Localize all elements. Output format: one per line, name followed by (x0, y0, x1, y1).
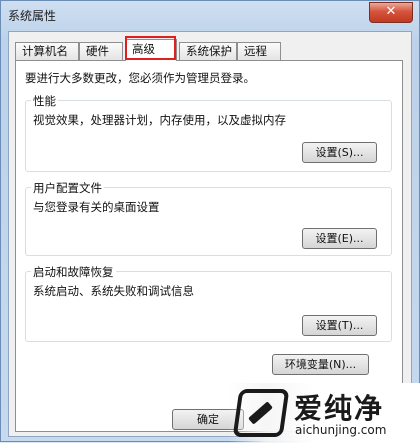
watermark: 爱纯净 aichunjing.com (228, 383, 420, 443)
user-profiles-settings-button[interactable]: 设置(E)... (302, 228, 377, 249)
title-bar[interactable]: 系统属性 ✕ (1, 1, 419, 29)
user-profiles-description: 与您登录有关的桌面设置 (33, 200, 160, 214)
watermark-url: aichunjing.com (295, 423, 387, 437)
performance-description: 视觉效果，处理器计划，内存使用，以及虚拟内存 (33, 113, 286, 127)
startup-recovery-group: 启动和故障恢复 系统启动、系统失败和调试信息 设置(T)... (25, 264, 392, 342)
startup-recovery-description: 系统启动、系统失败和调试信息 (33, 284, 194, 298)
startup-recovery-settings-button[interactable]: 设置(T)... (302, 315, 377, 336)
tab-remote[interactable]: 远程 (237, 42, 281, 60)
environment-variables-button[interactable]: 环境变量(N)... (272, 354, 369, 375)
startup-recovery-title: 启动和故障恢复 (31, 264, 116, 280)
performance-title: 性能 (31, 93, 58, 109)
close-icon: ✕ (385, 4, 397, 19)
system-properties-window: 系统属性 ✕ 计算机名 硬件 高级 系统保护 远程 要进行大多数更改，您必须作为… (0, 0, 420, 443)
aichunjing-logo (232, 389, 290, 437)
window-title: 系统属性 (8, 9, 57, 23)
performance-group: 性能 视觉效果，处理器计划，内存使用，以及虚拟内存 设置(S)... (25, 93, 392, 172)
advanced-tab-panel: 要进行大多数更改，您必须作为管理员登录。 性能 视觉效果，处理器计划，内存使用，… (15, 60, 403, 432)
user-profiles-title: 用户配置文件 (31, 180, 104, 196)
tab-computer-name[interactable]: 计算机名 (15, 42, 79, 60)
admin-note: 要进行大多数更改，您必须作为管理员登录。 (25, 71, 255, 85)
dialog-client-area: 计算机名 硬件 高级 系统保护 远程 要进行大多数更改，您必须作为管理员登录。 … (8, 31, 412, 437)
advanced-tab-highlight (125, 36, 176, 60)
tab-system-protection[interactable]: 系统保护 (179, 42, 237, 60)
close-button[interactable]: ✕ (369, 2, 413, 23)
tab-hardware[interactable]: 硬件 (79, 42, 123, 60)
user-profiles-group: 用户配置文件 与您登录有关的桌面设置 设置(E)... (25, 180, 392, 256)
watermark-brand: 爱纯净 (294, 392, 385, 425)
performance-settings-button[interactable]: 设置(S)... (302, 142, 377, 163)
